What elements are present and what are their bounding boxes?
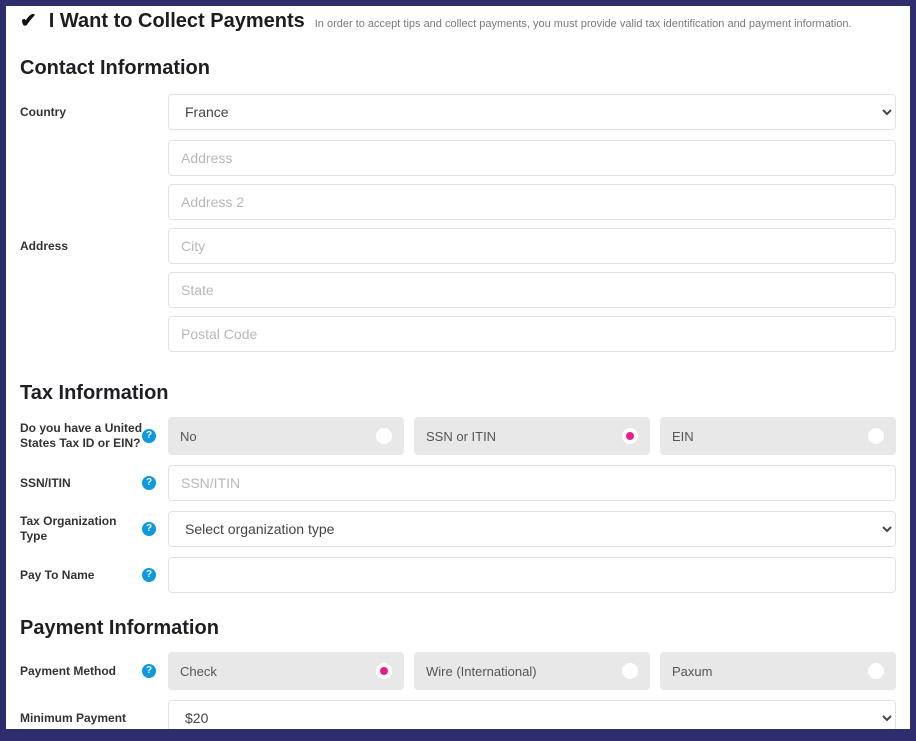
taxid-question-label: Do you have a United States Tax ID or EI… — [20, 421, 146, 451]
ssn-label: SSN/ITIN — [20, 476, 146, 491]
postal-input[interactable] — [168, 316, 896, 352]
payment-method-label: Payment Method — [20, 664, 146, 679]
min-payment-select[interactable]: $20 — [168, 700, 896, 729]
radio-label: EIN — [672, 429, 694, 444]
org-type-select[interactable]: Select organization type — [168, 511, 896, 547]
page-subtitle: In order to accept tips and collect paym… — [315, 18, 852, 30]
tax-option-ein[interactable]: EIN — [660, 417, 896, 455]
ssn-input[interactable] — [168, 465, 896, 501]
help-icon[interactable]: ? — [142, 568, 156, 582]
payment-section-title: Payment Information — [20, 617, 896, 640]
tax-section-title: Tax Information — [20, 382, 896, 405]
page-title: I Want to Collect Payments — [49, 10, 305, 33]
address-label: Address — [20, 239, 146, 254]
radio-label: Wire (International) — [426, 664, 537, 679]
payment-option-wire[interactable]: Wire (International) — [414, 652, 650, 690]
radio-dot — [622, 663, 638, 679]
help-icon[interactable]: ? — [142, 522, 156, 536]
checkmark-icon: ✔ — [20, 8, 37, 33]
radio-label: Paxum — [672, 664, 712, 679]
country-select[interactable]: France — [168, 94, 896, 130]
radio-dot — [622, 428, 638, 444]
radio-label: Check — [180, 664, 217, 679]
country-label: Country — [20, 105, 146, 120]
tax-option-ssn[interactable]: SSN or ITIN — [414, 417, 650, 455]
radio-dot — [376, 428, 392, 444]
help-icon[interactable]: ? — [142, 664, 156, 678]
radio-dot — [868, 428, 884, 444]
address-input[interactable] — [168, 140, 896, 176]
city-input[interactable] — [168, 228, 896, 264]
payto-input[interactable] — [168, 557, 896, 593]
radio-label: No — [180, 429, 197, 444]
state-input[interactable] — [168, 272, 896, 308]
radio-dot — [376, 663, 392, 679]
payment-option-check[interactable]: Check — [168, 652, 404, 690]
payto-label: Pay To Name — [20, 568, 146, 583]
address2-input[interactable] — [168, 184, 896, 220]
radio-dot — [868, 663, 884, 679]
tax-option-no[interactable]: No — [168, 417, 404, 455]
radio-label: SSN or ITIN — [426, 429, 496, 444]
min-payment-label: Minimum Payment — [20, 711, 146, 726]
help-icon[interactable]: ? — [142, 476, 156, 490]
payment-option-paxum[interactable]: Paxum — [660, 652, 896, 690]
org-type-label: Tax Organization Type — [20, 514, 146, 544]
contact-section-title: Contact Information — [20, 57, 896, 80]
help-icon[interactable]: ? — [142, 429, 156, 443]
